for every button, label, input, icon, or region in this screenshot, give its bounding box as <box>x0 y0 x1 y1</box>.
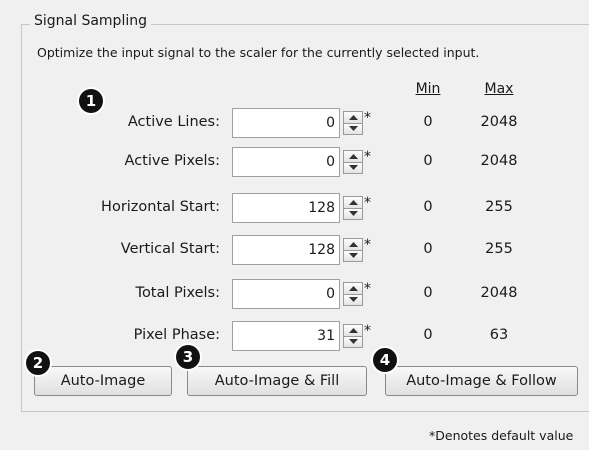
pixel-phase-max: 63 <box>489 327 509 343</box>
horizontal-start-max: 255 <box>485 199 513 215</box>
total-pixels-label: Total Pixels: <box>135 285 220 301</box>
group-description: Optimize the input signal to the scaler … <box>37 45 480 60</box>
default-marker: * <box>364 237 371 253</box>
auto-image-follow-button[interactable]: Auto-Image & Follow <box>385 366 578 396</box>
total-pixels-max: 2048 <box>480 285 518 301</box>
spin-up-icon[interactable] <box>343 238 363 251</box>
total-pixels-input[interactable] <box>232 279 340 309</box>
active-lines-min: 0 <box>423 114 433 130</box>
default-marker: * <box>364 281 371 297</box>
horizontal-start-label: Horizontal Start: <box>101 199 220 215</box>
vertical-start-max: 255 <box>485 241 513 257</box>
total-pixels-min: 0 <box>423 285 433 301</box>
active-pixels-max: 2048 <box>480 153 518 169</box>
pixel-phase-min: 0 <box>423 327 433 343</box>
callout-badge-1: 1 <box>79 89 103 113</box>
default-marker: * <box>364 110 371 126</box>
default-marker: * <box>364 149 371 165</box>
horizontal-start-input[interactable] <box>232 193 340 223</box>
total-pixels-spinner[interactable] <box>343 282 363 306</box>
active-pixels-min: 0 <box>423 153 433 169</box>
spin-up-icon[interactable] <box>343 196 363 209</box>
auto-image-fill-button[interactable]: Auto-Image & Fill <box>187 366 367 396</box>
vertical-start-spinner[interactable] <box>343 238 363 262</box>
vertical-start-label: Vertical Start: <box>120 241 220 257</box>
active-pixels-label: Active Pixels: <box>124 153 220 169</box>
spin-up-icon[interactable] <box>343 282 363 295</box>
horizontal-start-spinner[interactable] <box>343 196 363 220</box>
active-lines-label: Active Lines: <box>127 114 220 130</box>
callout-badge-4: 4 <box>373 348 397 372</box>
spin-down-icon[interactable] <box>343 208 363 220</box>
spin-up-icon[interactable] <box>343 150 363 163</box>
active-pixels-spinner[interactable] <box>343 150 363 174</box>
spin-up-icon[interactable] <box>343 111 363 124</box>
callout-badge-2: 2 <box>26 351 50 375</box>
pixel-phase-label: Pixel Phase: <box>133 327 220 343</box>
spin-down-icon[interactable] <box>343 123 363 135</box>
spin-down-icon[interactable] <box>343 336 363 348</box>
vertical-start-min: 0 <box>423 241 433 257</box>
active-lines-spinner[interactable] <box>343 111 363 135</box>
active-lines-max: 2048 <box>480 114 518 130</box>
active-lines-input[interactable] <box>232 108 340 138</box>
vertical-start-input[interactable] <box>232 235 340 265</box>
max-column-header: Max <box>484 81 514 97</box>
callout-badge-3: 3 <box>176 345 200 369</box>
group-title: Signal Sampling <box>30 13 151 29</box>
pixel-phase-spinner[interactable] <box>343 324 363 348</box>
min-column-header: Min <box>415 81 441 97</box>
default-marker: * <box>364 195 371 211</box>
auto-image-button[interactable]: Auto-Image <box>34 366 172 396</box>
spin-down-icon[interactable] <box>343 162 363 174</box>
spin-down-icon[interactable] <box>343 250 363 262</box>
default-marker: * <box>364 323 371 339</box>
spin-up-icon[interactable] <box>343 324 363 337</box>
active-pixels-input[interactable] <box>232 147 340 177</box>
pixel-phase-input[interactable] <box>232 321 340 351</box>
horizontal-start-min: 0 <box>423 199 433 215</box>
default-value-footnote: *Denotes default value <box>429 428 574 443</box>
spin-down-icon[interactable] <box>343 294 363 306</box>
